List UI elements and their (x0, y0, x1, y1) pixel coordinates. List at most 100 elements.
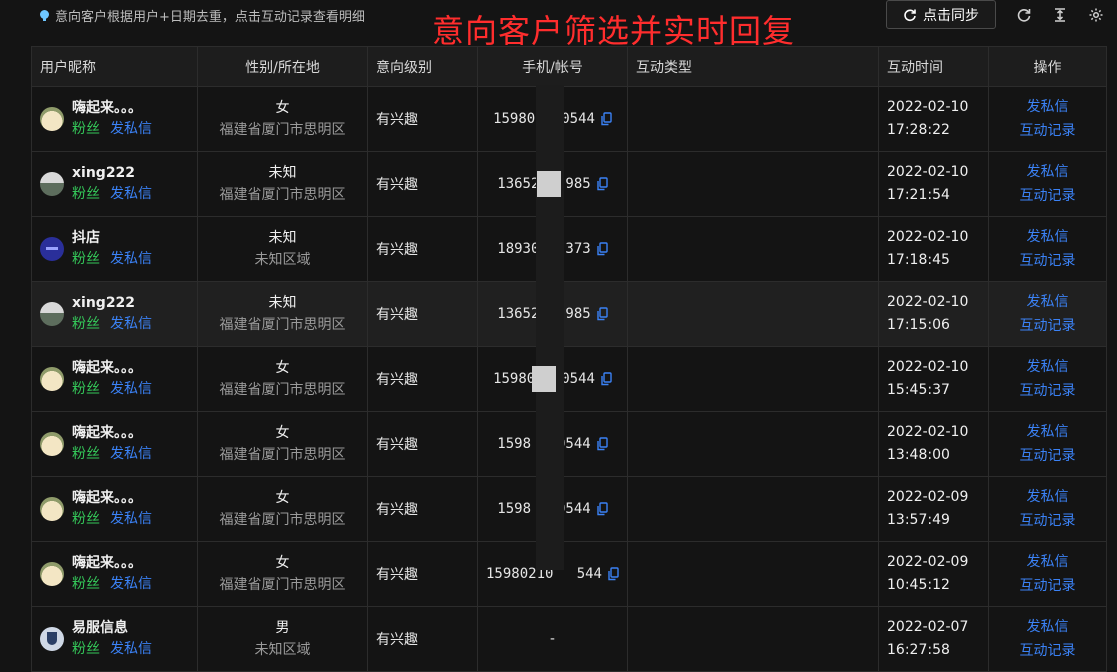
copy-icon[interactable] (601, 372, 612, 386)
table-row: 嗨起来。。。 粉丝 发私信女福建省厦门市思明区 有兴趣 15980210 544 2022-… (31, 541, 1107, 607)
interaction-log-button[interactable]: 互动记录 (997, 379, 1098, 403)
cell-interaction-time: 2022-02-09 10:45:12 (878, 541, 989, 607)
send-dm-link[interactable]: 发私信 (110, 511, 152, 527)
table-row: 嗨起来。。。 粉丝 发私信女福建省厦门市思明区 有兴趣 15980 0544 2022-02… (31, 86, 1107, 152)
cell-gender-region: 女福建省厦门市思明区 (197, 346, 368, 412)
phone-suffix: 544 (576, 566, 602, 582)
cell-intent-level: 有兴趣 (367, 86, 478, 152)
sync-icon (903, 8, 917, 22)
phone-prefix: 13652 (497, 176, 540, 192)
cell-interaction-time: 2022-02-10 13:48:00 (878, 411, 989, 477)
copy-icon[interactable] (597, 242, 608, 256)
interaction-clock: 13:57:49 (887, 512, 950, 528)
interaction-log-button[interactable]: 互动记录 (997, 119, 1098, 143)
interaction-date: 2022-02-10 (887, 229, 969, 245)
copy-icon[interactable] (601, 112, 612, 126)
table-row: 抖店 粉丝 发私信 未知 未知区域 有兴趣 18930 373 2022-02-10 17:18:… (31, 216, 1107, 282)
table-row: xing222 粉丝 发私信 未知 福建省厦门市思明区 有兴趣 13652 985 2022-0… (31, 151, 1107, 217)
send-dm-button[interactable]: 发私信 (997, 160, 1098, 184)
phone-prefix: 15980 (493, 371, 536, 387)
fans-tag: 粉丝 (72, 251, 100, 267)
cell-user: xing222 粉丝 发私信 (31, 151, 198, 217)
send-dm-button[interactable]: 发私信 (997, 615, 1098, 639)
user-nickname: xing222 (72, 295, 136, 311)
send-dm-link[interactable]: 发私信 (110, 316, 152, 332)
cell-actions: 发私信 互动记录 (988, 86, 1107, 152)
send-dm-button[interactable]: 发私信 (997, 355, 1098, 379)
avatar (40, 237, 64, 261)
column-height-icon[interactable] (1051, 6, 1069, 24)
region-text: 福建省厦门市思明区 (219, 122, 346, 138)
send-dm-button[interactable]: 发私信 (997, 420, 1098, 444)
cell-gender-region: 女福建省厦门市思明区 (197, 86, 368, 152)
region-text: 福建省厦门市思明区 (219, 317, 346, 333)
send-dm-link[interactable]: 发私信 (110, 576, 152, 592)
interaction-log-button[interactable]: 互动记录 (997, 314, 1098, 338)
avatar (40, 302, 64, 326)
interaction-log-button[interactable]: 互动记录 (997, 509, 1098, 533)
interaction-log-button[interactable]: 互动记录 (997, 184, 1098, 208)
copy-icon[interactable] (597, 307, 608, 321)
interaction-log-button[interactable]: 互动记录 (997, 444, 1098, 468)
cell-actions: 发私信 互动记录 (988, 216, 1107, 282)
gender-text: 女 (275, 360, 290, 376)
send-dm-button[interactable]: 发私信 (997, 485, 1098, 509)
refresh-icon[interactable] (1015, 6, 1033, 24)
cell-gender-region: 未知 福建省厦门市思明区 (197, 281, 368, 347)
send-dm-link[interactable]: 发私信 (110, 641, 152, 657)
phone-suffix: 373 (565, 241, 591, 257)
send-dm-link[interactable]: 发私信 (110, 446, 152, 462)
interaction-date: 2022-02-09 (887, 489, 969, 505)
copy-icon[interactable] (608, 567, 619, 581)
cell-interaction-time: 2022-02-07 16:27:58 (878, 606, 989, 672)
gender-text: 未知 (268, 230, 297, 246)
interaction-date: 2022-02-10 (887, 294, 969, 310)
send-dm-button[interactable]: 发私信 (997, 550, 1098, 574)
interaction-log-button[interactable]: 互动记录 (997, 574, 1098, 598)
table-row: 易服信息 粉丝 发私信男未知区域 有兴趣 -2022-02-07 16:27:58 发私信互… (31, 606, 1107, 672)
interaction-log-button[interactable]: 互动记录 (997, 639, 1098, 663)
cell-gender-region: 女福建省厦门市思明区 (197, 541, 368, 607)
cell-user: 嗨起来。。。 粉丝 发私信 (31, 541, 198, 607)
phone-suffix: 985 (565, 176, 591, 192)
send-dm-button[interactable]: 发私信 (997, 225, 1098, 249)
cell-intent-level: 有兴趣 (367, 216, 478, 282)
fans-tag: 粉丝 (72, 446, 100, 462)
user-nickname: 嗨起来。。。 (72, 100, 142, 116)
interaction-log-button[interactable]: 互动记录 (997, 249, 1098, 273)
region-text: 未知区域 (254, 252, 311, 268)
cell-interaction-time: 2022-02-10 15:45:37 (878, 346, 989, 412)
send-dm-button[interactable]: 发私信 (997, 290, 1098, 314)
avatar (40, 172, 64, 196)
sync-button[interactable]: 点击同步 (886, 0, 996, 29)
cell-user: 嗨起来。。。 粉丝 发私信 (31, 86, 198, 152)
send-dm-link[interactable]: 发私信 (110, 121, 152, 137)
cell-intent-level: 有兴趣 (367, 606, 478, 672)
copy-icon[interactable] (597, 502, 608, 516)
send-dm-link[interactable]: 发私信 (110, 186, 152, 202)
interaction-date: 2022-02-10 (887, 359, 969, 375)
cell-gender-region: 女福建省厦门市思明区 (197, 411, 368, 477)
send-dm-button[interactable]: 发私信 (997, 95, 1098, 119)
table-row: 嗨起来。。。 粉丝 发私信女福建省厦门市思明区 有兴趣 15980 0544 2022-02… (31, 346, 1107, 412)
interaction-clock: 17:18:45 (887, 252, 950, 268)
gear-icon[interactable] (1087, 6, 1105, 24)
cell-intent-level: 有兴趣 (367, 541, 478, 607)
fans-tag: 粉丝 (72, 511, 100, 527)
phone-suffix: 0544 (561, 371, 595, 387)
intent-customer-table: 用户昵称 性别/所在地 意向级别 手机/帐号 互动类型 互动时间 操作 嗨起来。… (31, 46, 1107, 672)
interaction-clock: 13:48:00 (887, 447, 950, 463)
copy-icon[interactable] (597, 177, 608, 191)
phone-suffix: 985 (565, 306, 591, 322)
cell-user: 易服信息 粉丝 发私信 (31, 606, 198, 672)
cell-interaction-time: 2022-02-10 17:15:06 (878, 281, 989, 347)
cell-interaction-time: 2022-02-10 17:18:45 (878, 216, 989, 282)
send-dm-link[interactable]: 发私信 (110, 251, 152, 267)
toolbar: 意向客户根据用户+日期去重，点击互动记录查看明细 意向客户筛选并实时回复 点击同… (0, 0, 1117, 50)
region-text: 福建省厦门市思明区 (219, 577, 346, 593)
sync-label: 点击同步 (923, 7, 979, 24)
region-text: 福建省厦门市思明区 (219, 512, 346, 528)
header-intent-level: 意向级别 (367, 46, 478, 87)
send-dm-link[interactable]: 发私信 (110, 381, 152, 397)
copy-icon[interactable] (597, 437, 608, 451)
